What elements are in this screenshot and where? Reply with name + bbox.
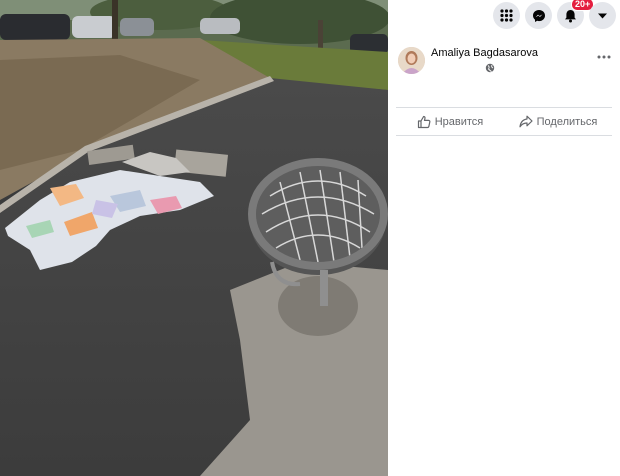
photo-scene	[0, 0, 388, 476]
post-actions-bar: Нравится Поделиться	[396, 107, 612, 136]
messenger-icon	[532, 9, 545, 22]
share-button[interactable]: Поделиться	[504, 108, 612, 135]
like-label: Нравится	[434, 115, 484, 128]
share-label: Поделиться	[536, 115, 598, 128]
like-button[interactable]: Нравится	[396, 108, 504, 135]
post-photo[interactable]	[0, 0, 388, 476]
globe-icon[interactable]	[485, 63, 495, 73]
account-menu-button[interactable]	[589, 2, 616, 29]
menu-button[interactable]	[493, 2, 520, 29]
share-arrow-icon	[519, 115, 533, 128]
avatar-image	[398, 47, 425, 74]
grid-menu-icon	[500, 9, 513, 22]
top-nav-bar: 20+	[493, 0, 616, 29]
messenger-button[interactable]	[525, 2, 552, 29]
post-side-panel: 20+ Amaliya Bagdasarova Нравится Поделит…	[388, 0, 620, 476]
notifications-button[interactable]: 20+	[557, 0, 595, 29]
caret-down-icon	[598, 13, 607, 18]
avatar[interactable]	[398, 47, 425, 74]
author-name[interactable]: Amaliya Bagdasarova	[431, 47, 538, 60]
post-author: Amaliya Bagdasarova	[398, 47, 538, 78]
thumbs-up-icon	[417, 115, 431, 128]
more-dots-icon[interactable]	[596, 52, 612, 62]
